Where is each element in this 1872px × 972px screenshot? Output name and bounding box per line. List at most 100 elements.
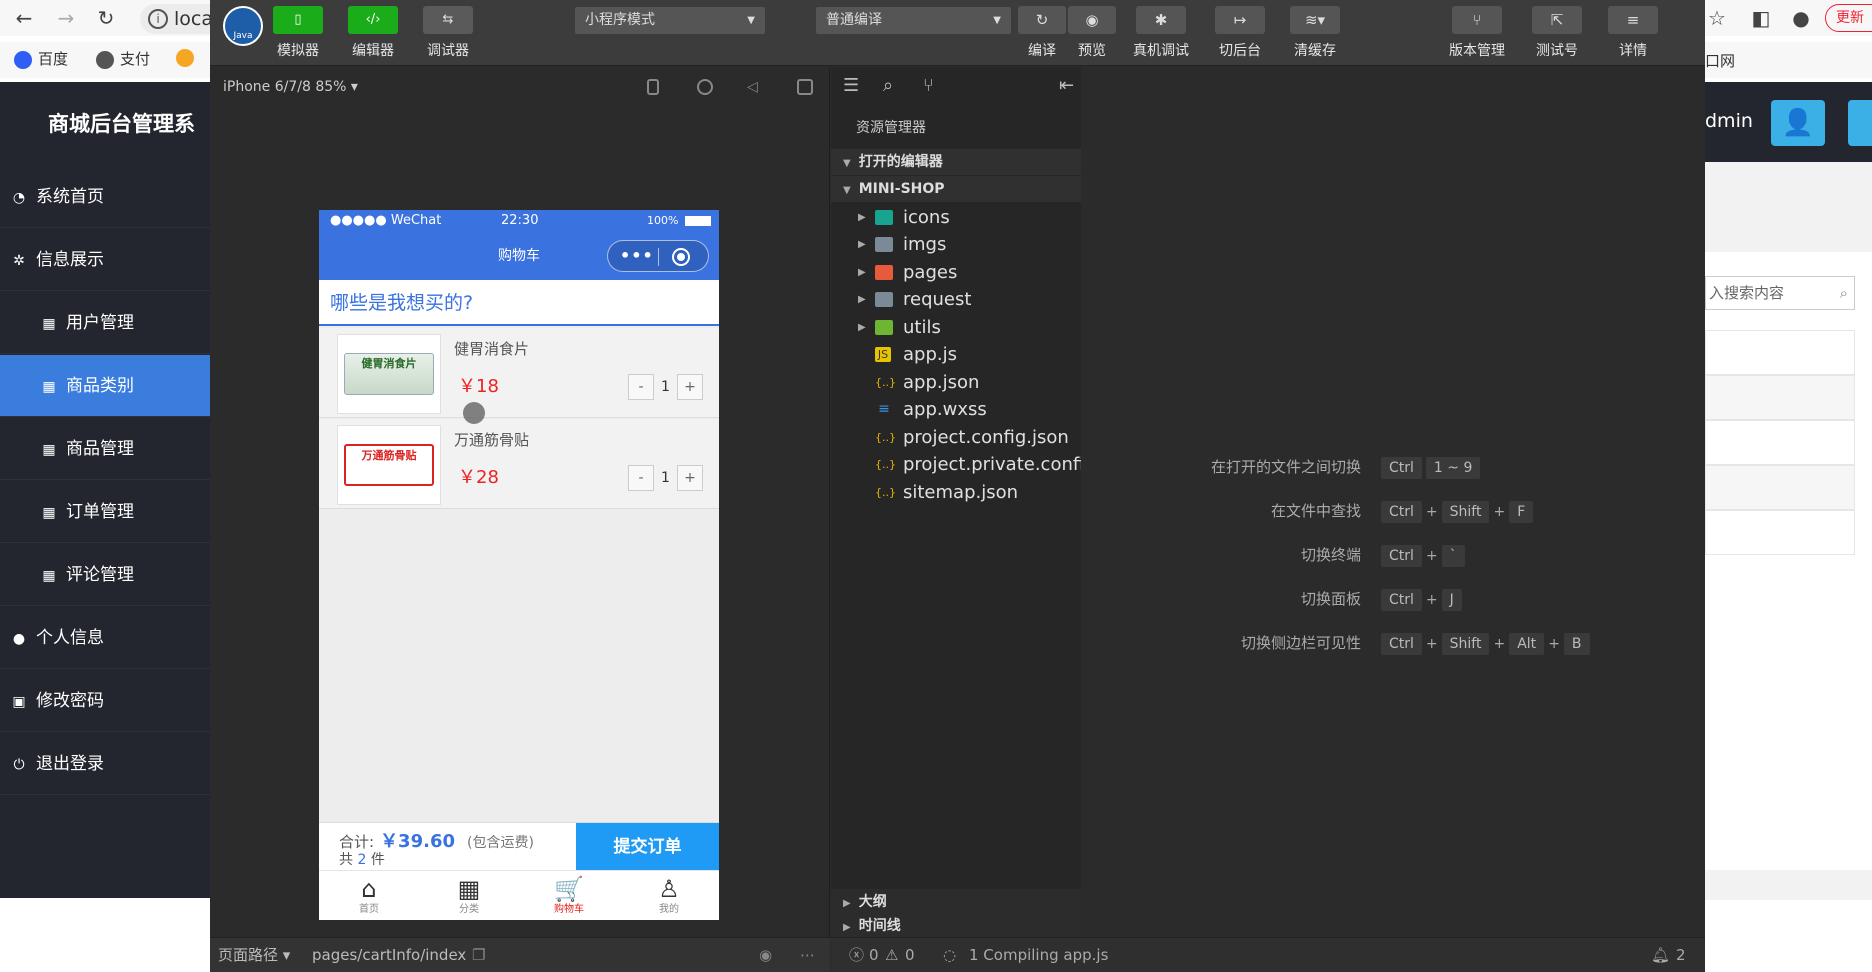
tab-mine[interactable]: ♙ 我的 bbox=[619, 871, 719, 920]
background-button[interactable]: ↦ bbox=[1215, 6, 1265, 34]
phone-icon[interactable] bbox=[647, 79, 659, 95]
capsule-button[interactable]: ••• bbox=[607, 240, 709, 272]
tab-cart[interactable]: 🛒 购物车 bbox=[519, 871, 619, 920]
project-section[interactable]: ▼ MINI-SHOP bbox=[831, 176, 1081, 202]
tab-category[interactable]: ▦ 分类 bbox=[419, 871, 519, 920]
record-icon[interactable] bbox=[697, 79, 713, 95]
menu-item-profile[interactable]: ● 个人信息 bbox=[0, 607, 210, 669]
header-button[interactable] bbox=[1848, 100, 1872, 146]
warning-icon[interactable]: ⚠ bbox=[885, 938, 898, 972]
tree-file-app-json[interactable]: {..} app.json bbox=[831, 369, 1081, 396]
device-select[interactable]: iPhone 6/7/8 85% ▾ bbox=[223, 67, 358, 107]
bookmark-baidu[interactable]: 百度 bbox=[14, 48, 68, 69]
menu-item-password[interactable]: ▣ 修改密码 bbox=[0, 670, 210, 732]
project-logo[interactable]: Java bbox=[223, 6, 263, 46]
popout-icon[interactable] bbox=[797, 79, 813, 95]
timeline-section[interactable]: ▶ 时间线 bbox=[831, 913, 1081, 939]
page-path-select[interactable]: 页面路径 ▾ bbox=[218, 938, 290, 972]
compile-button[interactable]: ↻ bbox=[1018, 6, 1066, 34]
menu-item-info[interactable]: ✲ 信息展示 bbox=[0, 229, 210, 291]
menu-item-products[interactable]: ▦ 商品管理 bbox=[0, 418, 210, 480]
version-button[interactable]: ⑂ bbox=[1452, 6, 1502, 34]
quantity-value[interactable]: 1 bbox=[654, 374, 677, 400]
explorer-title: 资源管理器 bbox=[856, 120, 926, 136]
error-icon[interactable]: ⓧ bbox=[849, 938, 864, 972]
search-icon[interactable]: ⌕ bbox=[883, 75, 893, 96]
increment-button[interactable]: + bbox=[677, 465, 703, 491]
tree-folder-pages[interactable]: ▶ pages bbox=[831, 259, 1081, 286]
tree-file-app-js[interactable]: JS app.js bbox=[831, 341, 1081, 368]
back-icon[interactable]: ← bbox=[12, 6, 36, 30]
branch-icon[interactable]: ⑂ bbox=[923, 75, 934, 96]
tree-folder-request[interactable]: ▶ request bbox=[831, 286, 1081, 313]
increment-button[interactable]: + bbox=[677, 374, 703, 400]
more-icon[interactable]: ••• bbox=[620, 241, 654, 271]
clear-cache-button[interactable]: ≋▾ bbox=[1290, 6, 1340, 34]
menu-item-logout[interactable]: ⏻ 退出登录 bbox=[0, 733, 210, 795]
update-button[interactable]: 更新 bbox=[1825, 4, 1872, 32]
cart-footer: 合计: ￥39.60 (包含运费) 共 2 件 提交订单 bbox=[319, 822, 719, 871]
editor-button[interactable]: ‹/› bbox=[348, 6, 398, 34]
list-item[interactable]: 万通筋骨贴 万通筋骨贴 ￥28 - 1 + bbox=[319, 419, 719, 509]
mode-select[interactable]: 小程序模式 ▼ bbox=[575, 7, 765, 34]
debug-icon: ⇆ bbox=[442, 12, 454, 27]
bookmark-lion[interactable] bbox=[176, 48, 200, 67]
tree-file-project-private-config[interactable]: {..} project.private.config... bbox=[831, 451, 1113, 478]
tree-file-app-wxss[interactable]: ≡ app.wxss bbox=[831, 396, 1081, 423]
tree-folder-utils[interactable]: ▶ utils bbox=[831, 314, 1081, 341]
tree-folder-icons[interactable]: ▶ icons bbox=[831, 204, 1081, 231]
collapse-panel-icon[interactable]: ⇤ bbox=[1059, 75, 1074, 96]
eye-icon[interactable]: ◉ bbox=[759, 938, 772, 972]
real-debug-button[interactable]: ✱ bbox=[1136, 6, 1186, 34]
tab-bar: ⌂ 首页 ▦ 分类 🛒 购物车 ♙ 我的 bbox=[319, 870, 719, 920]
copy-icon[interactable]: ❐ bbox=[472, 938, 485, 972]
menu-item-comments[interactable]: ▦ 评论管理 bbox=[0, 544, 210, 606]
quantity-value[interactable]: 1 bbox=[654, 465, 677, 491]
list-item[interactable]: 健胃消食片 健胃消食片 ￥18 - 1 + bbox=[319, 328, 719, 418]
search-icon[interactable]: ⌕ bbox=[1840, 277, 1848, 309]
menu-item-users[interactable]: ▦ 用户管理 bbox=[0, 292, 210, 354]
outline-section[interactable]: ▶ 大纲 bbox=[831, 889, 1081, 915]
open-editors-section[interactable]: ▼ 打开的编辑器 bbox=[831, 149, 1081, 175]
volume-icon[interactable]: ◁ bbox=[747, 67, 763, 95]
info-icon[interactable]: i bbox=[148, 9, 168, 29]
code-icon: ‹/› bbox=[365, 12, 381, 27]
tree-file-project-config[interactable]: {..} project.config.json bbox=[831, 424, 1081, 451]
forward-icon[interactable]: → bbox=[54, 6, 78, 30]
close-miniprogram-icon[interactable] bbox=[672, 248, 690, 266]
test-account-button[interactable]: ⇱ bbox=[1532, 6, 1582, 34]
bookmark-pay[interactable]: 支付 bbox=[96, 48, 150, 69]
star-icon[interactable]: ☆ bbox=[1705, 6, 1729, 30]
search-input[interactable]: 入搜索内容 ⌕ bbox=[1705, 276, 1855, 310]
tree-folder-imgs[interactable]: ▶ imgs bbox=[831, 231, 1081, 258]
submit-order-button[interactable]: 提交订单 bbox=[576, 823, 719, 871]
details-button[interactable]: ≡ bbox=[1608, 6, 1658, 34]
admin-username: dmin bbox=[1705, 110, 1753, 132]
battery-text: 100% bbox=[647, 214, 679, 227]
more-icon[interactable]: ⋯ bbox=[800, 938, 815, 972]
battery-icon bbox=[685, 216, 711, 226]
menu-item-categories[interactable]: ▦ 商品类别 bbox=[0, 355, 210, 417]
debugger-button[interactable]: ⇆ bbox=[423, 6, 473, 34]
decrement-button[interactable]: - bbox=[628, 374, 654, 400]
compile-select[interactable]: 普通编译 ▼ bbox=[816, 7, 1011, 34]
chevron-down-icon: ▼ bbox=[747, 15, 755, 26]
menu-item-orders[interactable]: ▦ 订单管理 bbox=[0, 481, 210, 543]
simulator-button[interactable]: ▯ bbox=[273, 6, 323, 34]
clock: 22:30 bbox=[501, 213, 539, 228]
product-image[interactable]: 健胃消食片 bbox=[337, 334, 441, 414]
right-browser-area: ☆ ◧ ● 更新 口网 dmin 👤 入搜索内容 ⌕ bbox=[1705, 0, 1872, 972]
preview-button[interactable]: ◉ bbox=[1068, 6, 1116, 34]
bell-icon[interactable]: 🔔︎ bbox=[1651, 938, 1670, 972]
avatar[interactable]: 👤 bbox=[1771, 100, 1825, 146]
simulator-status-bar: 页面路径 ▾ pages/cartInfo/index ❐ ◉ ⋯ bbox=[210, 937, 830, 972]
decrement-button[interactable]: - bbox=[628, 465, 654, 491]
profile-icon[interactable]: ● bbox=[1789, 6, 1813, 30]
list-icon[interactable]: ☰ bbox=[843, 75, 859, 96]
reload-icon[interactable]: ↻ bbox=[94, 6, 118, 30]
product-image[interactable]: 万通筋骨贴 bbox=[337, 425, 441, 505]
tree-file-sitemap[interactable]: {..} sitemap.json bbox=[831, 479, 1081, 506]
tab-home[interactable]: ⌂ 首页 bbox=[319, 871, 419, 920]
menu-item-home[interactable]: ◔ 系统首页 bbox=[0, 166, 210, 228]
sidebar-toggle-icon[interactable]: ◧ bbox=[1749, 6, 1773, 30]
